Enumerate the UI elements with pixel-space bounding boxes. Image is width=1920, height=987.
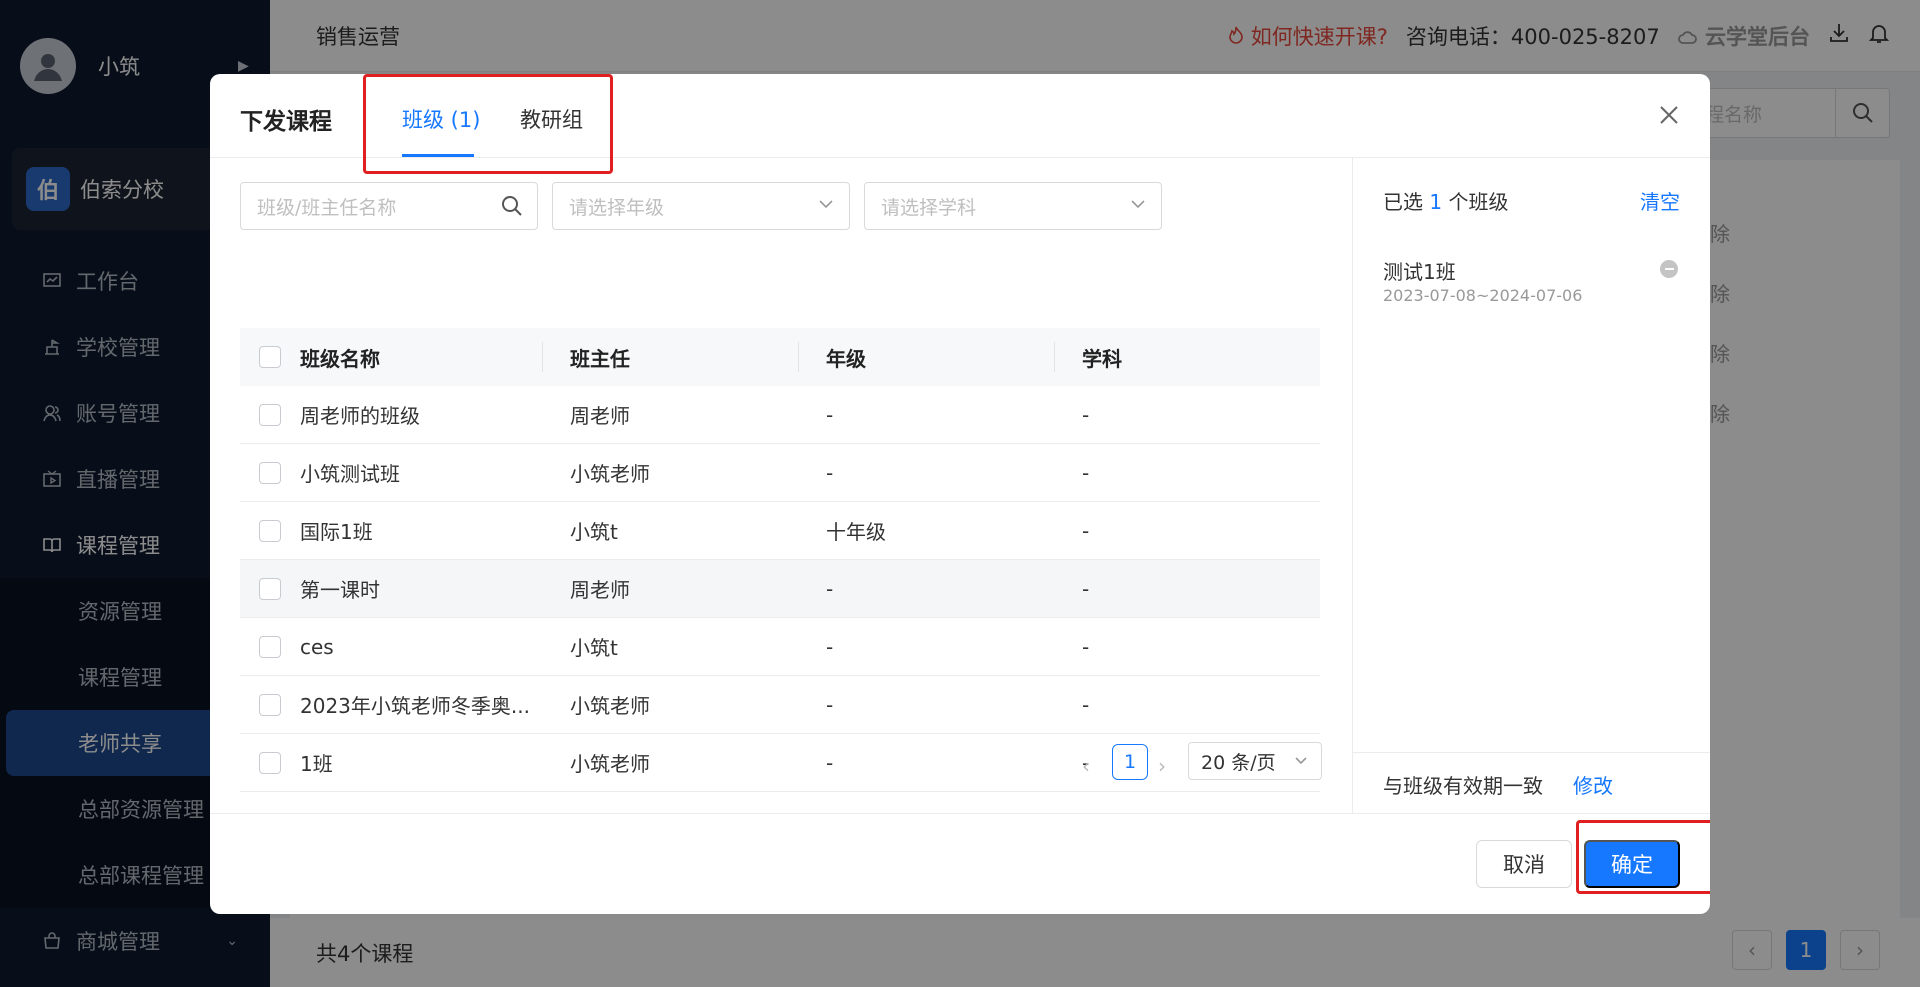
cell-teacher: 小筑老师 xyxy=(570,462,650,486)
table-row[interactable]: 国际1班 小筑t 十年级 - xyxy=(240,502,1320,560)
grade-placeholder: 请选择年级 xyxy=(569,196,665,219)
cell-class-name: ces xyxy=(300,634,334,659)
cell-subject: - xyxy=(1082,692,1090,717)
cell-grade: - xyxy=(826,634,834,659)
cell-subject: - xyxy=(1082,402,1090,427)
class-table: 班级名称 班主任 年级 学科 周老师的班级 周老师 - - 小筑测试班 小筑老师… xyxy=(240,328,1320,792)
cell-class-name: 1班 xyxy=(300,752,333,776)
table-row[interactable]: 2023年小筑老师冬季奥... 小筑老师 - - xyxy=(240,676,1320,734)
selected-class-dates: 2023-07-08~2024-07-06 xyxy=(1383,286,1583,305)
cell-grade: - xyxy=(826,460,834,485)
cell-teacher: 周老师 xyxy=(570,578,630,602)
selected-class-name: 测试1班 xyxy=(1383,260,1456,284)
cancel-button[interactable]: 取消 xyxy=(1476,840,1572,888)
table-row[interactable]: 第一课时 周老师 - - xyxy=(240,560,1320,618)
search-placeholder: 班级/班主任名称 xyxy=(257,196,397,219)
cell-grade: - xyxy=(826,692,834,717)
subject-placeholder: 请选择学科 xyxy=(881,196,977,219)
table-header: 班级名称 班主任 年级 学科 xyxy=(240,328,1320,386)
table-row[interactable]: 周老师的班级 周老师 - - xyxy=(240,386,1320,444)
column-divider xyxy=(798,342,799,372)
selected-classes-pane: 已选 1 个班级 清空 测试1班 2023-07-08~2024-07-06 与… xyxy=(1352,158,1710,813)
prev-page-button[interactable]: ‹ xyxy=(1082,754,1090,778)
class-list-pane: 班级/班主任名称 请选择年级 请选择学科 班级名称 班主任 年级 学科 周老师的… xyxy=(210,158,1352,813)
cell-class-name: 小筑测试班 xyxy=(300,462,400,486)
divider xyxy=(1353,752,1710,753)
close-icon xyxy=(1660,106,1678,124)
edit-validity-link[interactable]: 修改 xyxy=(1573,770,1613,799)
cell-grade: - xyxy=(826,576,834,601)
cell-grade: 十年级 xyxy=(826,520,886,544)
table-row[interactable]: 小筑测试班 小筑老师 - - xyxy=(240,444,1320,502)
cell-class-name: 国际1班 xyxy=(300,520,373,544)
selected-prefix: 已选 xyxy=(1383,190,1423,214)
selected-suffix: 个班级 xyxy=(1448,190,1509,214)
column-header-grade: 年级 xyxy=(826,346,866,371)
row-checkbox[interactable] xyxy=(259,461,281,484)
search-icon[interactable] xyxy=(501,195,523,222)
cell-teacher: 小筑老师 xyxy=(570,694,650,718)
selected-count: 1 xyxy=(1429,190,1443,214)
column-header-name: 班级名称 xyxy=(300,346,380,371)
modal-footer: 取消 确定 xyxy=(210,813,1710,914)
class-search-input[interactable]: 班级/班主任名称 xyxy=(240,182,538,230)
cell-grade: - xyxy=(826,750,834,775)
column-header-teacher: 班主任 xyxy=(570,346,630,371)
cell-grade: - xyxy=(826,402,834,427)
chevron-down-icon xyxy=(1293,752,1309,774)
modal-title: 下发课程 xyxy=(240,109,332,135)
select-all-checkbox[interactable] xyxy=(259,346,281,368)
modal-header: 下发课程 班级 (1) 教研组 xyxy=(210,74,1710,174)
table-row[interactable]: ces 小筑t - - xyxy=(240,618,1320,676)
cell-subject: - xyxy=(1082,634,1090,659)
cell-subject: - xyxy=(1082,518,1090,543)
next-page-button[interactable]: › xyxy=(1158,754,1166,778)
cell-class-name: 第一课时 xyxy=(300,578,380,602)
cell-class-name: 周老师的班级 xyxy=(300,404,420,428)
close-button[interactable] xyxy=(1654,100,1684,130)
cell-teacher: 周老师 xyxy=(570,404,630,428)
cell-teacher: 小筑老师 xyxy=(570,752,650,776)
grade-select[interactable]: 请选择年级 xyxy=(552,182,850,230)
subject-select[interactable]: 请选择学科 xyxy=(864,182,1162,230)
page-size-select[interactable]: 20 条/页 xyxy=(1188,742,1322,780)
row-checkbox[interactable] xyxy=(259,519,281,542)
assign-course-modal: 下发课程 班级 (1) 教研组 班级/班主任名称 请选择年级 请选择学科 班级名… xyxy=(210,74,1710,914)
column-divider xyxy=(1054,342,1055,372)
row-checkbox[interactable] xyxy=(259,635,281,658)
cell-class-name: 2023年小筑老师冬季奥... xyxy=(300,694,530,718)
cell-teacher: 小筑t xyxy=(570,636,618,660)
clear-selection-button[interactable]: 清空 xyxy=(1640,186,1680,215)
confirm-button[interactable]: 确定 xyxy=(1584,840,1680,888)
row-checkbox[interactable] xyxy=(259,577,281,600)
column-divider xyxy=(542,342,543,372)
row-checkbox[interactable] xyxy=(259,693,281,716)
chevron-down-icon xyxy=(817,195,835,218)
selected-count-label: 已选 1 个班级 xyxy=(1383,186,1508,215)
row-checkbox[interactable] xyxy=(259,403,281,426)
row-checkbox[interactable] xyxy=(259,751,281,774)
remove-circle-icon[interactable] xyxy=(1660,260,1678,278)
chevron-down-icon xyxy=(1129,195,1147,218)
column-header-subject: 学科 xyxy=(1082,346,1122,371)
page-size-value: 20 条/页 xyxy=(1201,751,1276,774)
validity-label: 与班级有效期一致 xyxy=(1383,774,1543,798)
cell-subject: - xyxy=(1082,460,1090,485)
cell-subject: - xyxy=(1082,576,1090,601)
page-number-current[interactable]: 1 xyxy=(1112,744,1148,780)
cell-teacher: 小筑t xyxy=(570,520,618,544)
